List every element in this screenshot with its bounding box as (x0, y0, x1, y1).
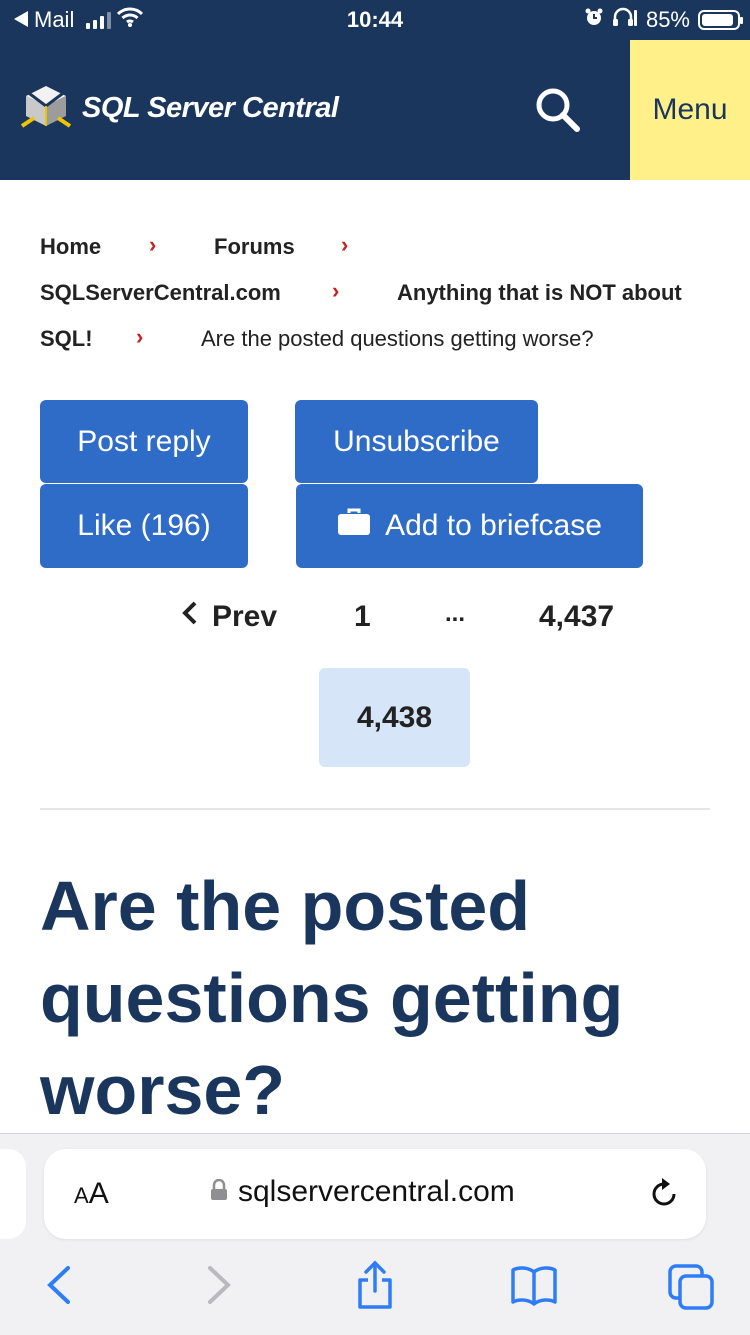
back-icon[interactable] (44, 1264, 74, 1311)
chevron-right-icon: › (136, 324, 144, 349)
site-logo[interactable]: SQL Server Central (20, 82, 339, 135)
browser-toolbar: AA sqlservercentral.com (0, 1133, 750, 1335)
search-button[interactable] (532, 84, 584, 136)
search-icon (532, 88, 584, 140)
pagination-ellipsis: ... (445, 600, 466, 627)
chevron-left-icon (180, 600, 198, 634)
page-link-first[interactable]: 1 (354, 600, 371, 634)
like-button[interactable]: Like (196) (40, 484, 248, 568)
breadcrumb-home[interactable]: Home (40, 234, 101, 260)
status-bar: Mail 10:44 85% (0, 0, 750, 40)
headphones-icon (612, 7, 638, 33)
text-size-button[interactable]: AA (74, 1177, 109, 1211)
chevron-right-icon: › (332, 278, 340, 303)
current-page: 4,438 (319, 668, 470, 767)
breadcrumb-site[interactable]: SQLServerCentral.com (40, 280, 281, 306)
share-icon[interactable] (356, 1260, 394, 1315)
briefcase-icon (337, 508, 371, 544)
lock-icon (210, 1175, 228, 1209)
chevron-right-icon: › (149, 232, 157, 257)
unsubscribe-button[interactable]: Unsubscribe (295, 400, 538, 483)
post-reply-button[interactable]: Post reply (40, 400, 248, 483)
breadcrumb-current: Are the posted questions getting worse? (201, 326, 594, 351)
tabs-icon[interactable] (668, 1264, 714, 1315)
prev-label: Prev (212, 600, 278, 633)
page-title: Are the posted questions getting worse? (40, 867, 624, 1129)
add-to-briefcase-button[interactable]: Add to briefcase (296, 484, 643, 568)
site-header: SQL Server Central Menu (0, 40, 750, 180)
address-bar[interactable]: AA sqlservercentral.com (44, 1149, 706, 1239)
divider (40, 808, 710, 810)
url-text: sqlservercentral.com (238, 1175, 515, 1208)
bookmarks-icon[interactable] (510, 1264, 558, 1311)
menu-button[interactable]: Menu (630, 40, 750, 180)
prev-page-link[interactable]: Prev (180, 600, 277, 634)
breadcrumb-forums[interactable]: Forums (214, 234, 295, 260)
chevron-right-icon: › (341, 232, 349, 257)
breadcrumb-category[interactable]: Anything that is NOT about (397, 280, 682, 306)
battery-icon (698, 10, 743, 30)
logo-cube-icon (20, 82, 72, 135)
add-to-briefcase-label: Add to briefcase (385, 509, 602, 542)
url-display[interactable]: sqlservercentral.com (210, 1175, 515, 1209)
previous-tab-preview[interactable] (0, 1149, 26, 1239)
breadcrumb-category-continued[interactable]: SQL! (40, 326, 93, 352)
reload-icon[interactable] (648, 1177, 680, 1216)
forward-icon[interactable] (204, 1264, 234, 1311)
battery-percent: 85% (645, 7, 690, 32)
alarm-icon (584, 7, 604, 33)
logo-text: SQL Server Central (82, 92, 339, 124)
page-link-previous[interactable]: 4,437 (539, 600, 614, 634)
